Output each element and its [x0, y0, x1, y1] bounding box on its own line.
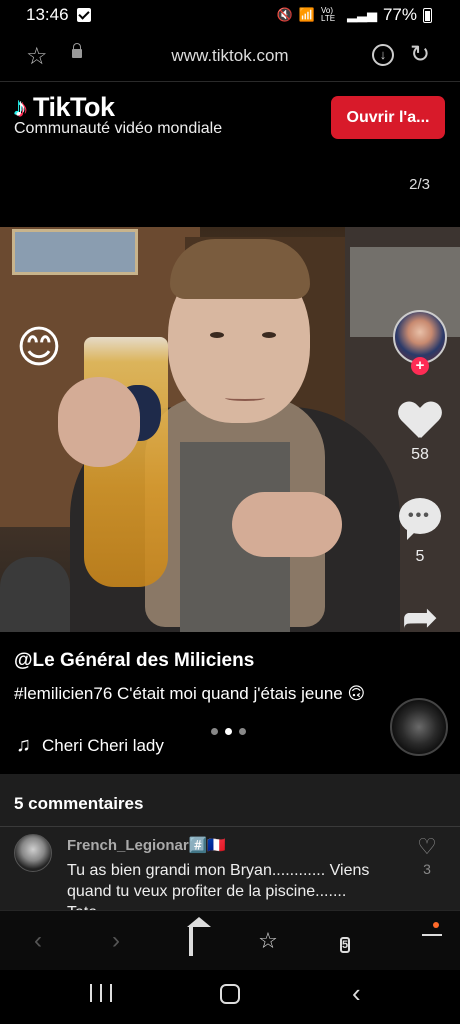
video-bg-painting: [12, 229, 138, 275]
carousel-dot: [239, 728, 246, 735]
wifi-icon: 📶: [298, 7, 315, 22]
commenter-avatar[interactable]: [14, 834, 52, 872]
system-nav-bar: ‹: [0, 970, 460, 1024]
author-name[interactable]: @Le Général des Miliciens: [14, 650, 254, 672]
back-chevron-icon[interactable]: ‹: [22, 927, 54, 955]
status-bar: 13:46 🔇 📶 Vo) LTE ▂▃▅ 77%: [0, 0, 460, 30]
comment-bubble-icon[interactable]: •••: [399, 498, 441, 540]
menu-notification-badge: [433, 922, 439, 928]
creator-avatar[interactable]: [393, 310, 447, 364]
video-caption: @Le Général des Miliciens #lemilicien76 …: [0, 632, 460, 774]
follow-plus-icon[interactable]: +: [411, 357, 429, 375]
music-note-icon: ♫: [16, 734, 31, 756]
comment-action[interactable]: ••• 5: [390, 498, 450, 566]
video-bg-person: [0, 557, 70, 632]
tiktok-logo[interactable]: ♪ TikTok: [14, 92, 115, 123]
tiktok-brand: TikTok: [33, 92, 115, 122]
divider: [0, 826, 460, 827]
bookmarks-star-icon[interactable]: ☆: [252, 927, 284, 955]
tiktok-header: ♪ TikTok Communauté vidéo mondiale Ouvri…: [0, 82, 460, 227]
download-icon[interactable]: ↓: [372, 44, 394, 66]
home-button[interactable]: [175, 927, 207, 956]
comments-count: 5 commentaires: [14, 794, 144, 813]
system-home-icon[interactable]: [220, 984, 240, 1004]
system-back-icon[interactable]: ‹: [352, 980, 361, 1006]
signal-icon: ▂▃▅: [346, 7, 377, 22]
video-description: #lemilicien76 C'était moi quand j'étais …: [14, 684, 366, 703]
notification-check-icon: [76, 8, 91, 22]
smiley-face-icon: 😊: [16, 323, 62, 372]
battery-icon: [423, 7, 432, 23]
battery-percent: 77%: [382, 5, 417, 24]
mute-icon: 🔇: [276, 7, 293, 22]
tiktok-note-icon: ♪: [14, 92, 27, 122]
video-subject-eye: [210, 332, 224, 338]
browser-address-bar: ☆ www.tiktok.com ↓ ↻: [0, 30, 460, 82]
commenter-name[interactable]: French_Legionar#️⃣🇫🇷: [67, 836, 226, 854]
comment-like[interactable]: ♡ 3: [412, 834, 442, 878]
comment-count: 5: [415, 548, 425, 565]
tabs-button[interactable]: 5: [329, 927, 361, 955]
video-subject-hair: [170, 239, 310, 299]
forward-chevron-icon[interactable]: ›: [100, 927, 132, 955]
music-disc-avatar[interactable]: [390, 698, 448, 756]
video-subject-hand: [58, 377, 140, 467]
like-action[interactable]: 58: [390, 402, 450, 464]
carousel-dots: [211, 728, 246, 735]
video-subject-hand: [232, 492, 342, 557]
heart-icon[interactable]: [399, 402, 441, 442]
like-count: 58: [411, 446, 429, 463]
comments-panel: 5 commentaires French_Legionar#️⃣🇫🇷 Tu a…: [0, 774, 460, 910]
lte-label: Vo) LTE: [320, 6, 336, 23]
tiktok-tagline: Communauté vidéo mondiale: [14, 120, 223, 137]
music-title[interactable]: Cheri Cheri lady: [42, 736, 164, 756]
video-subject-mouth: [225, 395, 265, 401]
carousel-dot: [211, 728, 218, 735]
reload-icon[interactable]: ↻: [410, 40, 430, 69]
tabs-icon: 5: [339, 937, 351, 953]
recents-icon[interactable]: [90, 984, 112, 1004]
browser-bottom-nav: ‹ › ☆ 5: [0, 910, 460, 970]
comment-text: Tu as bien grandi mon Bryan............ …: [67, 862, 370, 910]
video-counter: 2/3: [409, 176, 430, 193]
status-time: 13:46: [26, 5, 69, 24]
carousel-dot-active: [225, 728, 232, 735]
comment-heart-icon[interactable]: ♡: [417, 834, 437, 859]
video-subject-eye: [262, 332, 276, 338]
open-app-button[interactable]: Ouvrir l'a...: [331, 96, 445, 139]
home-icon: [189, 927, 193, 956]
comment-like-count: 3: [423, 861, 431, 877]
menu-button[interactable]: [406, 927, 438, 955]
